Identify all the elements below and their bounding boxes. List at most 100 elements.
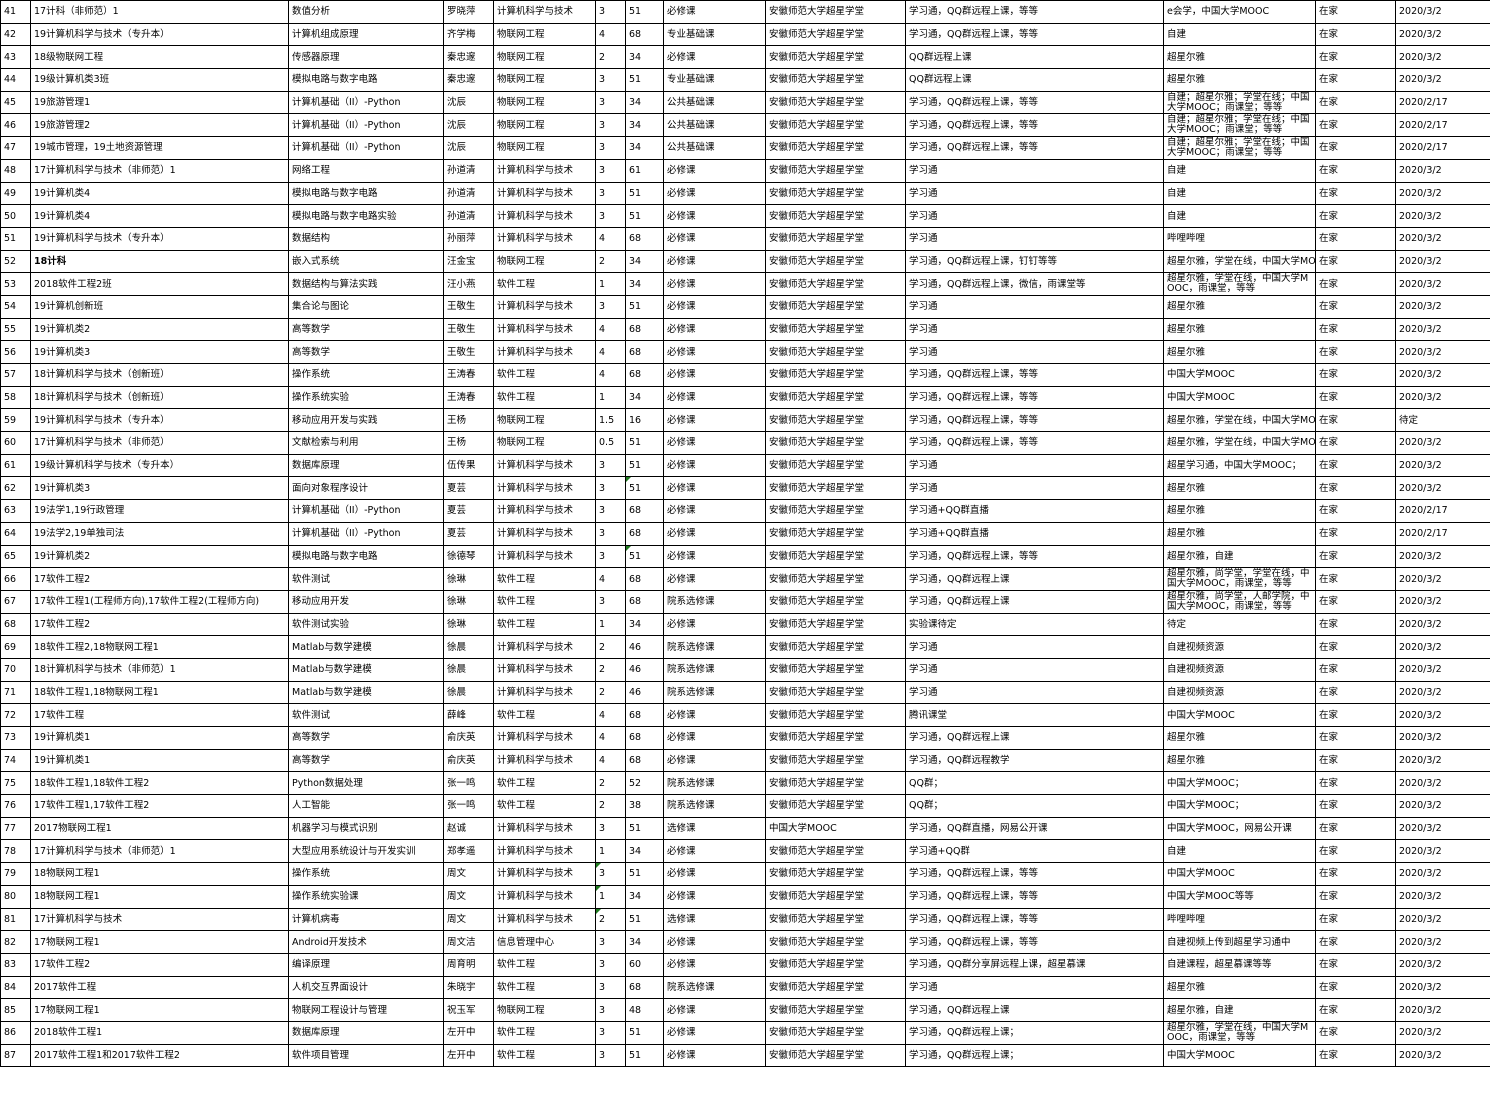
class-cell[interactable]: 19计算机类4 xyxy=(30,181,289,206)
course-cell[interactable]: Matlab与数学建模 xyxy=(288,657,444,682)
department-cell[interactable]: 物联网工程 xyxy=(493,431,596,455)
hours-cell[interactable]: 52 xyxy=(625,771,664,796)
class-cell[interactable]: 18软件工程2,18物联网工程1 xyxy=(30,635,289,659)
department-cell[interactable]: 计算机科学与技术 xyxy=(493,816,596,841)
class-cell[interactable]: 19计算机类1 xyxy=(30,726,289,750)
course-cell[interactable]: 集合论与图论 xyxy=(288,294,444,319)
class-cell[interactable]: 2017物联网工程1 xyxy=(30,816,289,841)
platform-cell[interactable]: 安徽师范大学超星学堂 xyxy=(765,975,906,1000)
course-type-cell[interactable]: 必修课 xyxy=(663,726,766,750)
department-cell[interactable]: 软件工程 xyxy=(493,567,596,591)
location-cell[interactable]: 在家 xyxy=(1315,181,1396,206)
course-type-cell[interactable]: 院系选修课 xyxy=(663,635,766,659)
location-cell[interactable]: 在家 xyxy=(1315,363,1396,387)
resource-cell[interactable]: 中国大学MOOC； xyxy=(1163,794,1316,818)
platform-cell[interactable]: 安徽师范大学超星学堂 xyxy=(765,499,906,523)
course-type-cell[interactable]: 必修课 xyxy=(663,204,766,228)
class-cell[interactable]: 17软件工程1(工程师方向),17软件工程2(工程师方向) xyxy=(30,589,289,614)
teacher-cell[interactable]: 伍传果 xyxy=(443,453,494,478)
start-date-cell[interactable]: 2020/3/2 xyxy=(1395,862,1490,886)
start-date-cell[interactable]: 2020/3/2 xyxy=(1395,340,1490,364)
platform-cell[interactable]: 安徽师范大学超星学堂 xyxy=(765,363,906,387)
course-cell[interactable]: 人工智能 xyxy=(288,794,444,818)
course-type-cell[interactable]: 必修课 xyxy=(663,703,766,727)
method-cell[interactable]: 学习通，QQ群远程上课，等等 xyxy=(905,907,1164,932)
teacher-cell[interactable]: 齐学梅 xyxy=(443,22,494,47)
credit-cell[interactable]: 3 xyxy=(595,952,626,977)
location-cell[interactable]: 在家 xyxy=(1315,453,1396,478)
credit-cell[interactable]: 1 xyxy=(595,612,626,637)
hours-cell[interactable]: 68 xyxy=(625,363,664,387)
location-cell[interactable]: 在家 xyxy=(1315,657,1396,682)
department-cell[interactable]: 软件工程 xyxy=(493,589,596,614)
location-cell[interactable]: 在家 xyxy=(1315,113,1396,138)
teacher-cell[interactable]: 夏芸 xyxy=(443,499,494,523)
credit-cell[interactable]: 4 xyxy=(595,567,626,591)
teacher-cell[interactable]: 徐琳 xyxy=(443,612,494,637)
course-cell[interactable]: Python数据处理 xyxy=(288,771,444,796)
start-date-cell[interactable]: 2020/3/2 xyxy=(1395,839,1490,864)
credit-cell[interactable]: 3 xyxy=(595,589,626,614)
location-cell[interactable]: 在家 xyxy=(1315,544,1396,569)
method-cell[interactable]: 学习通，QQ群远程上课，等等 xyxy=(905,363,1164,387)
method-cell[interactable]: 学习通，QQ群远程上课，等等 xyxy=(905,862,1164,886)
method-cell[interactable]: 学习通，QQ群远程上课，等等 xyxy=(905,544,1164,569)
row-number[interactable]: 87 xyxy=(0,1043,31,1068)
hours-cell[interactable]: 34 xyxy=(625,136,664,160)
teacher-cell[interactable]: 祝玉军 xyxy=(443,998,494,1022)
department-cell[interactable]: 计算机科学与技术 xyxy=(493,317,596,342)
course-type-cell[interactable]: 必修课 xyxy=(663,249,766,274)
start-date-cell[interactable]: 2020/3/2 xyxy=(1395,589,1490,614)
location-cell[interactable]: 在家 xyxy=(1315,816,1396,841)
method-cell[interactable]: 学习通，QQ群远程上课 xyxy=(905,998,1164,1022)
department-cell[interactable]: 计算机科学与技术 xyxy=(493,226,596,251)
platform-cell[interactable]: 安徽师范大学超星学堂 xyxy=(765,272,906,296)
department-cell[interactable]: 计算机科学与技术 xyxy=(493,0,596,24)
platform-cell[interactable]: 中国大学MOOC xyxy=(765,816,906,841)
method-cell[interactable]: 学习通 xyxy=(905,181,1164,206)
teacher-cell[interactable]: 沈辰 xyxy=(443,90,494,115)
row-number[interactable]: 64 xyxy=(0,521,31,546)
credit-cell[interactable]: 2 xyxy=(595,249,626,274)
start-date-cell[interactable]: 2020/3/2 xyxy=(1395,726,1490,750)
row-number[interactable]: 76 xyxy=(0,794,31,818)
row-number[interactable]: 85 xyxy=(0,998,31,1022)
row-number[interactable]: 74 xyxy=(0,748,31,773)
platform-cell[interactable]: 安徽师范大学超星学堂 xyxy=(765,294,906,319)
method-cell[interactable]: 学习通 xyxy=(905,317,1164,342)
department-cell[interactable]: 计算机科学与技术 xyxy=(493,340,596,364)
location-cell[interactable]: 在家 xyxy=(1315,726,1396,750)
credit-cell[interactable]: 3 xyxy=(595,294,626,319)
department-cell[interactable]: 软件工程 xyxy=(493,703,596,727)
course-cell[interactable]: 数据结构 xyxy=(288,226,444,251)
row-number[interactable]: 53 xyxy=(0,272,31,296)
start-date-cell[interactable]: 2020/3/2 xyxy=(1395,272,1490,296)
course-cell[interactable]: 网络工程 xyxy=(288,158,444,183)
start-date-cell[interactable]: 2020/3/2 xyxy=(1395,930,1490,954)
course-cell[interactable]: 移动应用开发 xyxy=(288,589,444,614)
resource-cell[interactable]: 超星尔雅 xyxy=(1163,748,1316,773)
credit-cell[interactable]: 1 xyxy=(595,884,626,909)
location-cell[interactable]: 在家 xyxy=(1315,204,1396,228)
course-cell[interactable]: Android开发技术 xyxy=(288,930,444,954)
teacher-cell[interactable]: 郑孝遥 xyxy=(443,839,494,864)
row-number[interactable]: 65 xyxy=(0,544,31,569)
resource-cell[interactable]: 中国大学MOOC xyxy=(1163,363,1316,387)
method-cell[interactable]: 学习通 xyxy=(905,453,1164,478)
hours-cell[interactable]: 51 xyxy=(625,544,664,569)
method-cell[interactable]: 学习通，QQ群远程上课，钉钉等等 xyxy=(905,249,1164,274)
department-cell[interactable]: 计算机科学与技术 xyxy=(493,476,596,501)
row-number[interactable]: 79 xyxy=(0,862,31,886)
method-cell[interactable]: QQ群； xyxy=(905,771,1164,796)
teacher-cell[interactable]: 罗晓萍 xyxy=(443,0,494,24)
class-cell[interactable]: 2018软件工程1 xyxy=(30,1020,289,1045)
row-number[interactable]: 84 xyxy=(0,975,31,1000)
start-date-cell[interactable]: 2020/3/2 xyxy=(1395,816,1490,841)
method-cell[interactable]: 腾讯课堂 xyxy=(905,703,1164,727)
method-cell[interactable]: 学习通，QQ群远程上课，等等 xyxy=(905,22,1164,47)
method-cell[interactable]: 学习通，QQ群远程上课，等等 xyxy=(905,408,1164,433)
platform-cell[interactable]: 安徽师范大学超星学堂 xyxy=(765,68,906,92)
row-number[interactable]: 83 xyxy=(0,952,31,977)
credit-cell[interactable]: 3 xyxy=(595,90,626,115)
teacher-cell[interactable]: 徐晨 xyxy=(443,657,494,682)
